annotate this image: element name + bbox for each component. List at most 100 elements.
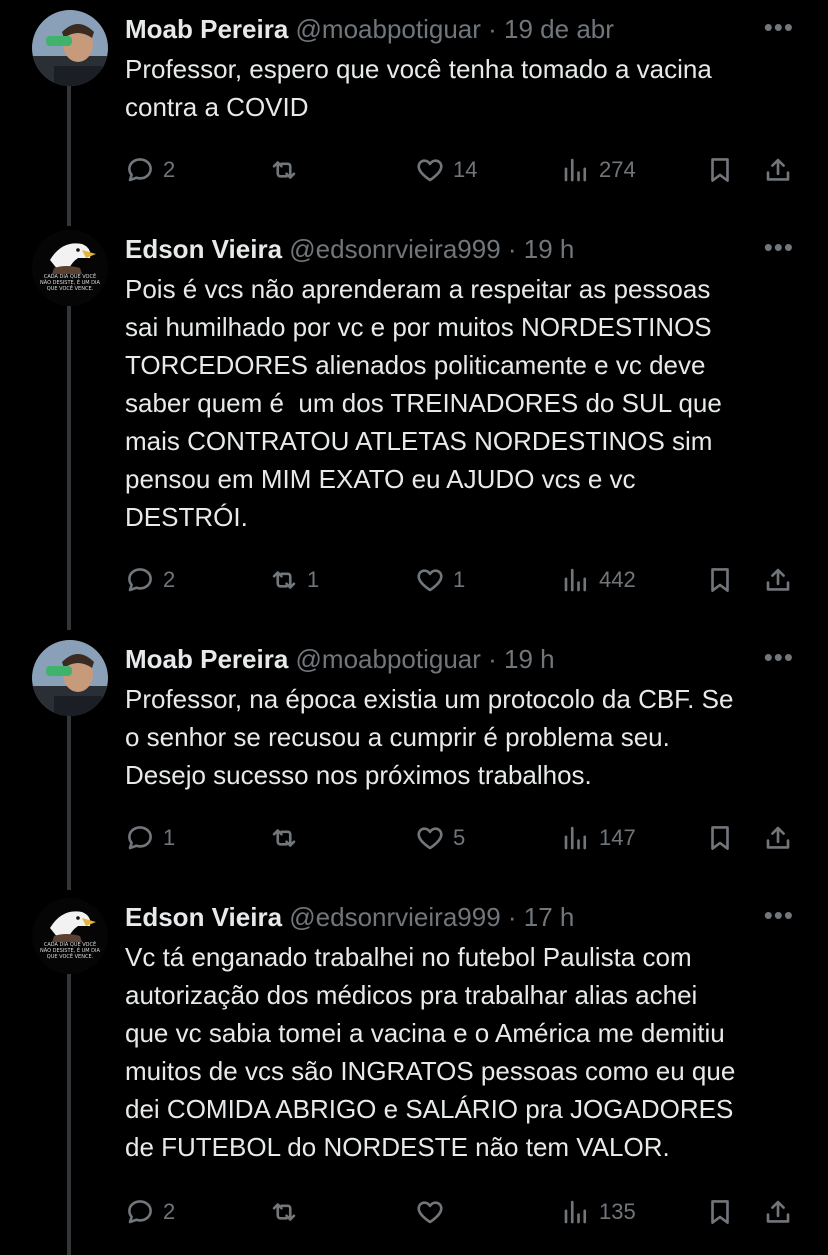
tweet-text: Professor, espero que você tenha tomado … [125,54,712,122]
avatar[interactable] [32,640,108,716]
retweet-count: 1 [307,567,320,592]
like-count: 14 [453,157,478,182]
bookmark-button[interactable] [705,148,735,192]
author-handle[interactable]: @edsonrvieira999 [289,902,500,932]
heart-icon [417,827,443,850]
reply-icon [128,826,152,850]
timestamp[interactable]: · 19 h [508,234,575,264]
views-chart-icon [564,568,587,592]
share-button[interactable] [763,558,793,602]
views-button[interactable]: 135 [561,1190,636,1234]
reply-count: 2 [163,1199,176,1224]
view-count: 135 [599,1199,636,1224]
retweet-button[interactable] [269,1190,307,1234]
timestamp[interactable]: · 19 h [488,644,555,674]
eagle-motivational-image [32,898,108,974]
reply-count: 2 [163,567,176,592]
avatar-caption: CADA DIA QUE VOCÊ NÃO DESISTE, É UM DIA … [40,942,100,960]
share-icon [766,568,790,591]
author-name[interactable]: Moab Pereira [125,644,288,674]
like-button[interactable]: 14 [415,148,477,192]
author-handle[interactable]: @moabpotiguar [296,644,481,674]
avatar[interactable] [32,10,108,86]
reply-button[interactable]: 1 [125,816,175,860]
action-bar: 1 5 147 [125,816,795,860]
thread-line [67,974,71,1255]
views-button[interactable]: 274 [561,148,636,192]
retweet-icon [272,829,296,847]
man-with-bottle-photo [32,10,108,86]
reply-icon [128,158,152,182]
bookmark-icon [711,568,729,592]
more-options-icon[interactable]: ••• [764,12,794,42]
heart-icon [417,159,443,182]
retweet-icon [272,1203,296,1221]
views-button[interactable]: 442 [561,558,636,602]
tweet-header: Moab Pereira @moabpotiguar · 19 h [125,642,768,676]
tweet-text: Professor, na época existia um protocolo… [125,684,734,790]
tweet[interactable]: Moab Pereira @moabpotiguar · 19 h ••• Pr… [0,630,828,890]
avatar-caption: CADA DIA QUE VOCÊ NÃO DESISTE, É UM DIA … [40,274,100,292]
like-button[interactable]: 5 [415,816,465,860]
heart-icon [417,1201,443,1224]
share-button[interactable] [763,1190,793,1234]
heart-icon [417,569,443,592]
views-chart-icon [564,826,587,850]
share-icon [766,158,790,181]
timestamp[interactable]: · 17 h [508,902,575,932]
view-count: 274 [599,157,636,182]
reply-icon [128,1200,152,1224]
reply-count: 2 [163,157,176,182]
tweet[interactable]: Moab Pereira @moabpotiguar · 19 de abr •… [0,0,828,226]
thread-line [67,86,71,226]
author-handle[interactable]: @edsonrvieira999 [289,234,500,264]
action-bar: 2 1 1 442 [125,558,795,602]
bookmark-button[interactable] [705,816,735,860]
views-button[interactable]: 147 [561,816,636,860]
like-count: 5 [453,825,466,850]
tweet-text: Vc tá enganado trabalhei no futebol Paul… [125,942,736,1162]
author-name[interactable]: Moab Pereira [125,14,288,44]
bookmark-button[interactable] [705,558,735,602]
share-button[interactable] [763,148,793,192]
reply-icon [128,568,152,592]
tweet-header: Moab Pereira @moabpotiguar · 19 de abr [125,12,768,46]
views-chart-icon [564,158,587,182]
bookmark-icon [711,1200,729,1224]
share-icon [766,1200,790,1223]
tweet[interactable]: CADA DIA QUE VOCÊ NÃO DESISTE, É UM DIA … [0,888,828,1255]
more-options-icon[interactable]: ••• [764,900,794,930]
share-icon [766,826,790,849]
like-button[interactable]: 1 [415,558,465,602]
reply-button[interactable]: 2 [125,558,175,602]
retweet-icon [272,571,296,589]
author-name[interactable]: Edson Vieira [125,902,282,932]
view-count: 442 [599,567,636,592]
action-bar: 2 14 274 [125,148,795,192]
retweet-button[interactable]: 1 [269,558,319,602]
author-name[interactable]: Edson Vieira [125,234,282,264]
reply-button[interactable]: 2 [125,148,175,192]
author-handle[interactable]: @moabpotiguar [296,14,481,44]
tweet[interactable]: CADA DIA QUE VOCÊ NÃO DESISTE, É UM DIA … [0,220,828,630]
bookmark-icon [711,826,729,850]
avatar[interactable]: CADA DIA QUE VOCÊ NÃO DESISTE, É UM DIA … [32,230,108,306]
retweet-button[interactable] [269,816,307,860]
avatar[interactable]: CADA DIA QUE VOCÊ NÃO DESISTE, É UM DIA … [32,898,108,974]
bookmark-button[interactable] [705,1190,735,1234]
reply-button[interactable]: 2 [125,1190,175,1234]
man-with-bottle-photo [32,640,108,716]
share-button[interactable] [763,816,793,860]
more-options-icon[interactable]: ••• [764,232,794,262]
more-options-icon[interactable]: ••• [764,642,794,672]
like-count: 1 [453,567,466,592]
retweet-button[interactable] [269,148,307,192]
action-bar: 2 135 [125,1190,795,1234]
timestamp[interactable]: · 19 de abr [488,14,614,44]
like-button[interactable] [415,1190,453,1234]
view-count: 147 [599,825,636,850]
bookmark-icon [711,158,729,182]
tweet-header: Edson Vieira @edsonrvieira999 · 17 h [125,900,768,934]
reply-count: 1 [163,825,176,850]
thread-line [67,716,71,890]
